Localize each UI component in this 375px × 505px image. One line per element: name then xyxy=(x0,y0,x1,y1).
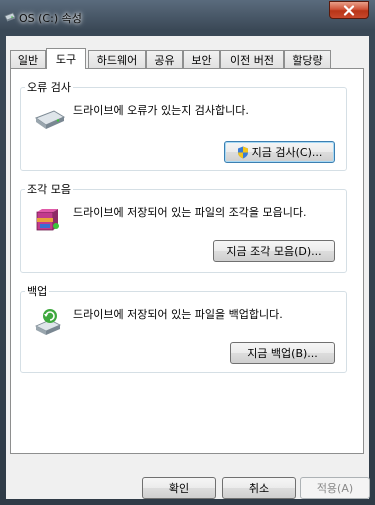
tab-quota[interactable]: 할당량 xyxy=(284,50,331,68)
tab-previous-versions[interactable]: 이전 버전 xyxy=(220,50,284,68)
tab-label: 공유 xyxy=(154,53,175,67)
group-label: 백업 xyxy=(25,283,50,299)
close-icon xyxy=(343,4,355,16)
tab-label: 보안 xyxy=(191,53,212,67)
tab-general[interactable]: 일반 xyxy=(10,50,46,68)
button-label: 확인 xyxy=(168,482,190,495)
tab-label: 이전 버전 xyxy=(230,53,274,67)
group-label: 조각 모음 xyxy=(25,181,73,197)
tab-security[interactable]: 보안 xyxy=(183,50,220,68)
backup-now-button[interactable]: 지금 백업(B)... xyxy=(230,342,335,364)
tab-label: 할당량 xyxy=(292,53,323,67)
cancel-button[interactable]: 취소 xyxy=(222,477,296,499)
drive-icon xyxy=(4,12,16,22)
drive-check-icon xyxy=(34,110,66,129)
defrag-icon xyxy=(36,209,59,231)
tab-hardware[interactable]: 하드웨어 xyxy=(88,50,146,68)
group-label: 오류 검사 xyxy=(25,79,73,95)
group-error-check: 오류 검사 드라이브에 오류가 있는지 검사합니다. 지금 검사(C)... xyxy=(20,79,347,171)
button-label: 지금 검사(C)... xyxy=(251,146,323,159)
tab-sharing[interactable]: 공유 xyxy=(146,50,183,68)
group-description: 드라이브에 오류가 있는지 검사합니다. xyxy=(73,104,249,117)
tab-tools[interactable]: 도구 xyxy=(46,48,86,69)
group-defrag: 조각 모음 드라이브에 저장되어 있는 파일의 조각을 모읍니다. 지금 조각 … xyxy=(20,181,347,273)
button-label: 적용(A) xyxy=(316,482,354,495)
tab-label: 도구 xyxy=(55,53,77,66)
ok-button[interactable]: 확인 xyxy=(142,477,216,499)
defrag-now-button[interactable]: 지금 조각 모음(D)... xyxy=(213,240,335,262)
apply-button[interactable]: 적용(A) xyxy=(300,477,370,499)
close-button[interactable] xyxy=(329,1,369,19)
tab-strip: 일반 도구 하드웨어 공유 보안 이전 버전 할당량 xyxy=(6,48,369,69)
button-label: 지금 백업(B)... xyxy=(247,347,318,360)
group-description: 드라이브에 저장되어 있는 파일의 조각을 모읍니다. xyxy=(73,206,307,219)
check-now-button[interactable]: 지금 검사(C)... xyxy=(224,141,335,163)
dialog-client-area: 일반 도구 하드웨어 공유 보안 이전 버전 할당량 오류 검사 드라이브에 오… xyxy=(6,36,370,499)
group-description: 드라이브에 저장되어 있는 파일을 백업합니다. xyxy=(73,308,283,321)
tab-label: 일반 xyxy=(17,53,39,67)
button-label: 취소 xyxy=(248,482,270,495)
button-label: 지금 조각 모음(D)... xyxy=(226,245,322,258)
properties-window: OS (C:) 속성 일반 도구 하드웨어 공유 보안 이전 버전 할당량 오류… xyxy=(0,0,375,505)
backup-icon xyxy=(35,309,61,335)
tab-label: 하드웨어 xyxy=(96,53,138,67)
shield-icon xyxy=(237,146,248,158)
group-backup: 백업 드라이브에 저장되어 있는 파일을 백업합니다. 지금 백업(B)... xyxy=(20,283,347,373)
title-bar[interactable]: OS (C:) 속성 xyxy=(0,0,375,36)
tab-panel-tools: 오류 검사 드라이브에 오류가 있는지 검사합니다. 지금 검사(C)... 조… xyxy=(10,68,364,454)
window-title: OS (C:) 속성 xyxy=(19,12,82,25)
